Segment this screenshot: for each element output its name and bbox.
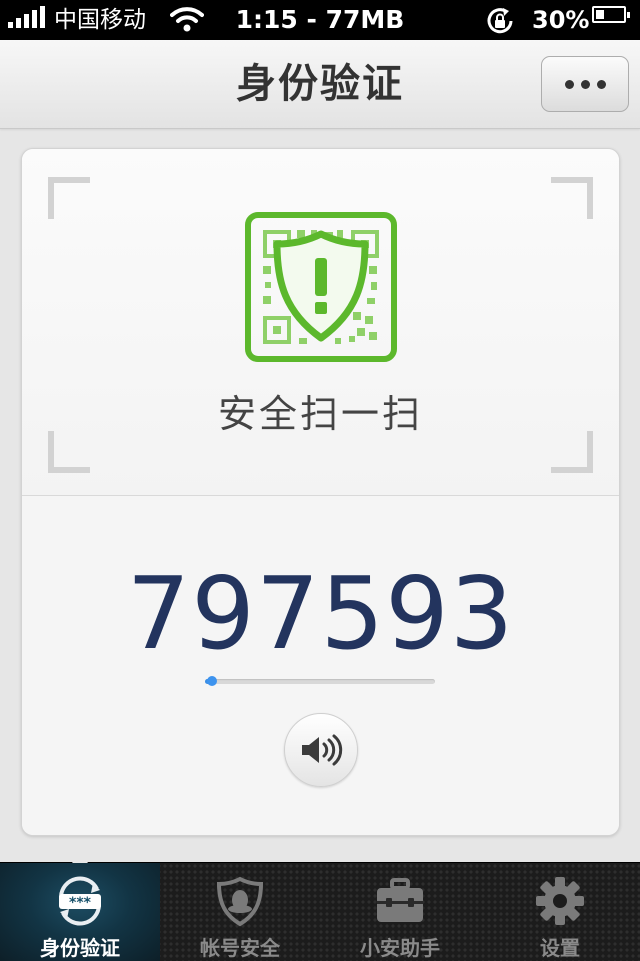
- tab-label: 身份验证: [40, 936, 120, 960]
- svg-text:***: ***: [69, 895, 92, 911]
- status-bar: 中国移动 1:15 - 77MB 30%: [0, 0, 640, 40]
- more-options-button[interactable]: [541, 56, 629, 112]
- security-scan-label: 安全扫一扫: [217, 392, 423, 436]
- toolbox-icon: [377, 878, 423, 922]
- otp-code: 797593: [126, 555, 515, 672]
- password-lock-icon: ***: [59, 876, 101, 926]
- battery-icon: [592, 6, 630, 23]
- shield-penguin-icon: [216, 876, 264, 927]
- tab-bar: *** 身份验证 帐号安全 小安助手 设置: [0, 853, 640, 961]
- read-code-aloud-button[interactable]: [284, 713, 358, 787]
- more-dot-icon: [596, 79, 606, 89]
- scan-frame-corner-top-right: [551, 177, 593, 219]
- tab-label: 帐号安全: [200, 936, 280, 960]
- tab-account-security[interactable]: 帐号安全: [160, 863, 320, 961]
- battery-percentage: 30%: [532, 6, 590, 34]
- more-dot-icon: [564, 79, 574, 89]
- tab-label: 小安助手: [360, 936, 440, 960]
- speaker-icon: [302, 734, 343, 766]
- navigation-bar: 身份验证: [0, 40, 640, 129]
- qr-shield-scan-icon: [245, 212, 397, 362]
- tab-identity-verification[interactable]: *** 身份验证: [0, 853, 160, 961]
- security-scan-button[interactable]: 安全扫一扫: [22, 149, 619, 496]
- token-countdown-progress: [205, 676, 435, 686]
- gear-icon: [536, 877, 584, 925]
- tab-label: 设置: [540, 936, 580, 960]
- tab-settings[interactable]: 设置: [480, 863, 640, 961]
- authenticator-card: 安全扫一扫 797593: [21, 148, 620, 836]
- scan-frame-corner-top-left: [48, 177, 90, 219]
- rotation-lock-icon: [484, 6, 516, 42]
- progress-knob: [206, 676, 217, 686]
- more-dot-icon: [580, 79, 590, 89]
- tab-assistant[interactable]: 小安助手: [320, 863, 480, 961]
- active-tab-pointer: [72, 853, 88, 863]
